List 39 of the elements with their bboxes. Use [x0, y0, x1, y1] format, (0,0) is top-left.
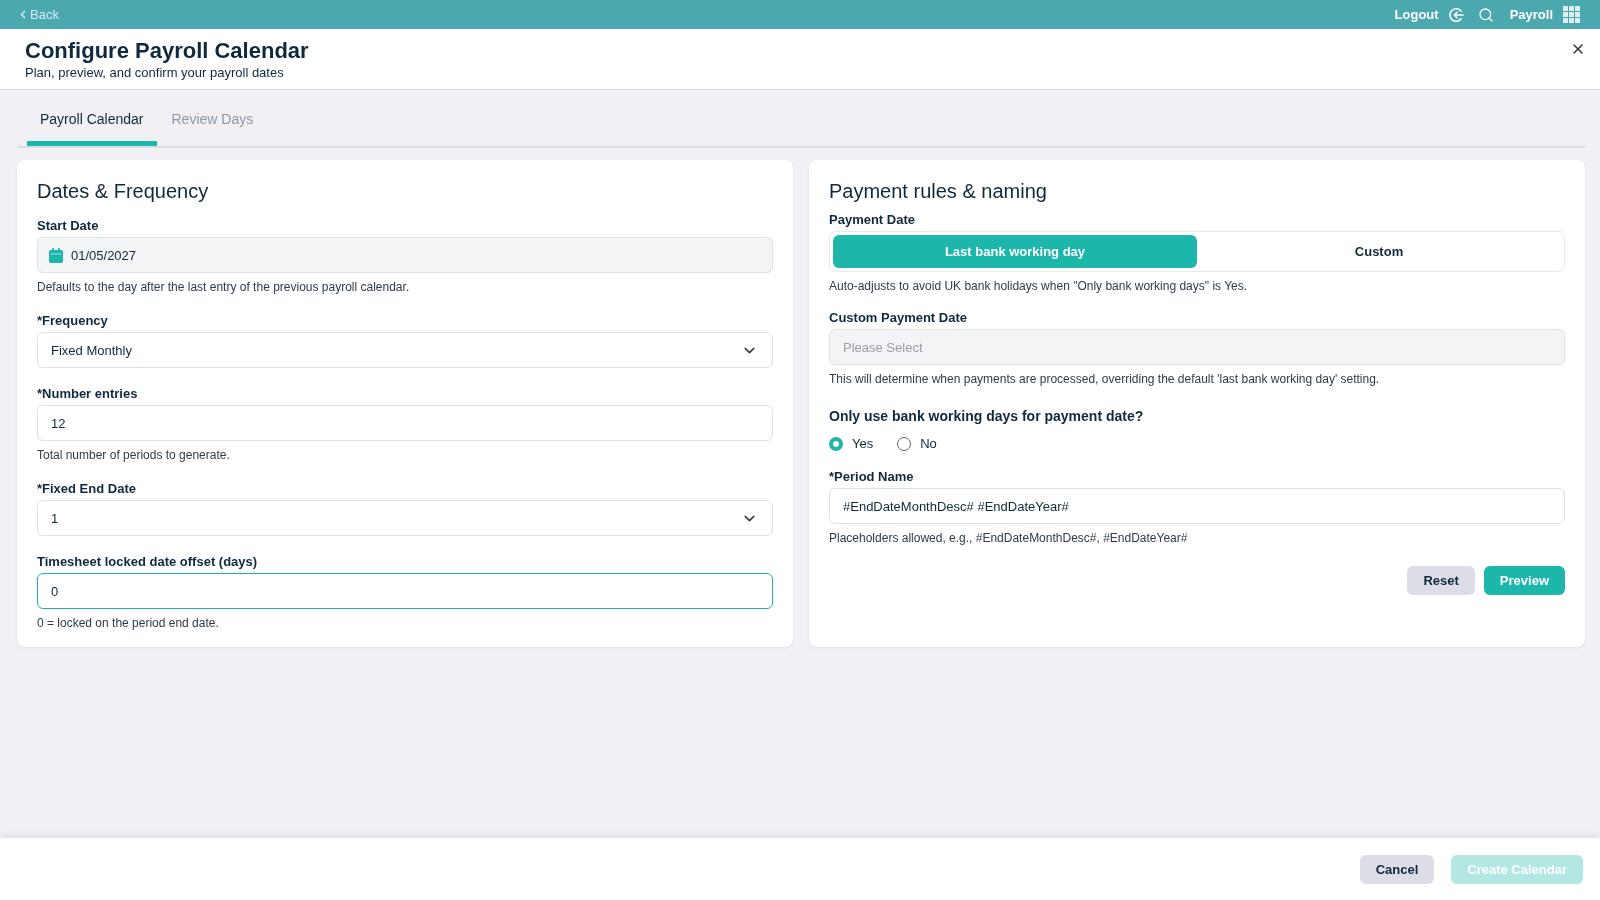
text-field[interactable]: #EndDateMonthDesc# #EndDateYear# [829, 488, 1565, 524]
radio-label: No [920, 435, 937, 453]
app-name: Payroll [1509, 7, 1553, 22]
radio-button[interactable] [897, 437, 912, 451]
secondary-button[interactable]: Reset [1407, 566, 1475, 595]
text-field[interactable]: 12 [37, 405, 773, 441]
text-field[interactable]: 0 [37, 573, 773, 609]
field-label: *Period Name [829, 469, 915, 485]
field-label: Start Date [37, 218, 100, 234]
segment-option[interactable]: Custom [1197, 235, 1561, 268]
field-label: *Number entries [37, 386, 139, 402]
search-button[interactable] [1477, 6, 1494, 23]
help-text: Defaults to the day after the last entry of the previous payroll calendar. [37, 279, 411, 295]
radio-button[interactable] [829, 437, 843, 451]
secondary-button[interactable]: Cancel [1359, 854, 1435, 884]
radio-label: Yes [852, 435, 874, 453]
chevron-left-icon [20, 10, 26, 19]
calendar-icon [49, 247, 63, 263]
select-field[interactable]: Fixed Monthly [37, 332, 773, 368]
field-label: *Fixed End Date [37, 481, 137, 497]
page-title: Configure Payroll Calendar [25, 37, 310, 65]
search-icon [1477, 6, 1494, 23]
question-label: Only use bank working days for payment date? [829, 407, 1145, 425]
tab[interactable]: Payroll Calendar [27, 90, 157, 146]
panel-title: Payment rules & naming [829, 179, 1048, 204]
select-field[interactable]: 1 [37, 500, 773, 536]
help-text: Auto-adjusts to avoid UK bank holidays when "Only bank working days" is Yes. [829, 278, 1249, 294]
help-text: 0 = locked on the period end date. [37, 615, 220, 631]
help-text: This will determine when payments are processed, overriding the default 'last bank working day' setting. [829, 371, 1381, 387]
page-subtitle: Plan, preview, and confirm your payroll dates [25, 65, 285, 81]
field-label: Payment Date [829, 212, 916, 228]
grid-icon[interactable] [1563, 6, 1580, 23]
help-text: Placeholders allowed, e.g., #EndDateMonthDesc#, #EndDateYear# [829, 530, 1189, 546]
field-label: Timesheet locked date offset (days) [37, 554, 259, 570]
panel-title: Dates & Frequency [37, 179, 210, 204]
help-text: Total number of periods to generate. [37, 447, 231, 463]
logout-icon [1447, 6, 1464, 23]
field-label: *Frequency [37, 313, 109, 329]
field-label: Custom Payment Date [829, 310, 968, 326]
